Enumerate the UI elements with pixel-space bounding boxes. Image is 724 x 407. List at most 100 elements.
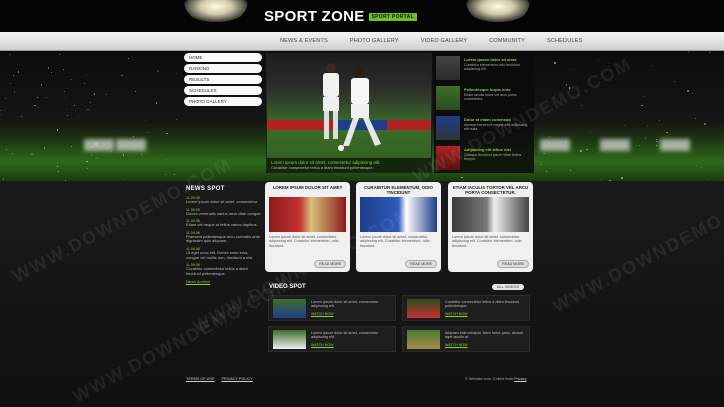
spark-dot [580, 150, 582, 152]
feature-image[interactable] [269, 197, 346, 232]
feature-text: Lorem ipsum dolor sit amet, consectetur … [452, 235, 522, 248]
nav-item-photo-gallery[interactable]: PHOTO GALLERY [350, 38, 399, 44]
spark-dot [13, 74, 15, 76]
video-item[interactable]: Lorem ipsum dolor sit amet, consectetur … [268, 295, 396, 321]
spark-dot [127, 57, 130, 60]
spark-dot [608, 63, 610, 64]
video-item[interactable]: Lorem ipsum dolor sit amet, consectetur … [268, 326, 396, 352]
side-menu-item-photo-gallery[interactable]: PHOTO GALLERY [184, 97, 262, 106]
spark-dot [0, 109, 2, 112]
spark-dot [570, 169, 572, 172]
headline-title[interactable]: Dolor at etiam commodo [464, 117, 511, 122]
spark-dot [572, 68, 574, 70]
spark-dot [46, 97, 48, 99]
spark-dot [70, 146, 72, 148]
video-thumbnail[interactable] [407, 330, 440, 349]
spark-dot [83, 82, 85, 84]
logo-badge: SPORT PORTAL [368, 13, 417, 22]
video-text: Curabitur consectetur tellus a diam tinc… [445, 300, 519, 309]
copyright-privacy-link[interactable]: Privacy [514, 377, 526, 381]
featured-photo[interactable]: Lorem ipsum dolor sit amet, consectetur … [266, 53, 432, 173]
feature-image[interactable] [360, 197, 437, 232]
news-text[interactable]: Curabitur consectetur tellus a diam tinc… [186, 266, 262, 276]
read-more-button[interactable]: READ MORE [405, 260, 437, 268]
spark-dot [9, 82, 11, 84]
spark-dot [147, 131, 149, 133]
news-text[interactable]: Donec venenatis varius urna vitae congue… [186, 211, 262, 217]
nav-item-news-events[interactable]: NEWS & EVENTS [280, 38, 328, 44]
spark-dot [51, 71, 52, 73]
video-item[interactable]: Curabitur consectetur tellus a diam tinc… [402, 295, 530, 321]
feature-title[interactable]: CURABITUR ELEMENTUM, ODIO TINCIDUNT [360, 185, 437, 196]
spark-dot [601, 74, 603, 76]
spark-dot [106, 93, 108, 95]
side-menu-item-home[interactable]: HOME [184, 53, 262, 62]
headline-item[interactable]: Pellentesque turpis eros Etiam iaculis t… [436, 85, 532, 111]
video-thumbnail[interactable] [407, 299, 440, 318]
logo-text: SPORT ZONE [264, 8, 365, 25]
stadium-light-icon [184, 0, 248, 22]
spark-dot [43, 147, 45, 149]
spark-dot [56, 165, 59, 167]
headline-item[interactable]: Adipiscing elit tellus nisi Quisque tinc… [436, 145, 532, 171]
video-thumbnail[interactable] [273, 330, 306, 349]
news-item: 11.09.08 Donec venenatis varius urna vita… [186, 208, 262, 217]
feature-title[interactable]: LOREM IPSUM DOLOR SIT AMET [269, 185, 346, 196]
feature-image[interactable] [452, 197, 529, 232]
spark-dot [123, 154, 125, 156]
side-menu-item-schedules[interactable]: SCHEDULES [184, 86, 262, 95]
headline-title[interactable]: Pellentesque turpis eros [464, 87, 510, 92]
read-more-button[interactable]: READ MORE [497, 260, 529, 268]
site-logo[interactable]: SPORT ZONE SPORT PORTAL [264, 8, 417, 25]
nav-item-video-gallery[interactable]: VIDEO GALLERY [421, 38, 468, 44]
spark-dot [69, 78, 72, 81]
spark-dot [651, 64, 653, 66]
news-text[interactable]: Etiam vel neque ut tellus varius dapibus… [186, 223, 262, 228]
spark-dot [20, 115, 23, 117]
side-menu-item-ranking[interactable]: RANKING [184, 64, 262, 73]
soccer-players-image [323, 63, 381, 151]
feature-box: LOREM IPSUM DOLOR SIT AMET Lorem ipsum d… [265, 182, 350, 272]
copyright-label: © Website.com. Collect from [465, 377, 514, 381]
news-text[interactable]: Lorem ipsum dolor sit amet, consectetur. [186, 199, 262, 205]
spark-dot [687, 90, 689, 93]
feature-title[interactable]: ETIAM IACULIS TORTOR VEL ARCU PORTA CONS… [452, 185, 529, 196]
spark-dot [175, 72, 177, 74]
watch-now-link[interactable]: WATCH NOW [311, 312, 334, 316]
news-text[interactable]: Praesent pellentesque arcu convallis ant… [186, 234, 262, 244]
spark-dot [565, 84, 567, 86]
spark-dot [708, 51, 710, 53]
video-spot: VIDEO SPOT ALL VIDEOS Lorem ipsum dolor … [266, 281, 534, 357]
side-menu-item-results[interactable]: RESULTS [184, 75, 262, 84]
spark-dot [166, 158, 168, 160]
news-text[interactable]: Ut eget nunc elit. Donec enim eros, cong… [186, 250, 262, 260]
video-text: Aliquam erat volutpat. Nam tortor justo,… [445, 331, 524, 340]
read-more-button[interactable]: READ MORE [314, 260, 346, 268]
headline-title[interactable]: Lorem ipsum dolor sit amet [464, 57, 516, 62]
headline-text: Etiam iaculis tortor vel arcu porta cons… [464, 93, 517, 102]
spark-dot [164, 173, 166, 175]
watch-now-link[interactable]: WATCH NOW [445, 312, 468, 316]
news-archive-link[interactable]: News Archive [186, 279, 262, 284]
headline-item[interactable]: Lorem ipsum dolor sit amet Curabitur ele… [436, 55, 532, 81]
spark-dot [63, 69, 65, 71]
headline-title[interactable]: Adipiscing elit tellus nisi [464, 147, 511, 152]
headline-item[interactable]: Dolor at etiam commodo Aenean hendrerit … [436, 115, 532, 141]
privacy-policy-link[interactable]: PRIVACY POLICY [221, 377, 252, 381]
spark-dot [174, 174, 175, 176]
video-thumbnail[interactable] [273, 299, 306, 318]
spark-dot [666, 131, 668, 134]
spark-dot [577, 95, 579, 97]
nav-item-schedules[interactable]: SCHEDULES [547, 38, 582, 44]
terms-of-use-link[interactable]: TERMS OF USE [186, 377, 214, 381]
spark-dot [90, 154, 93, 156]
spark-dot [57, 171, 59, 173]
watch-now-link[interactable]: WATCH NOW [445, 343, 468, 347]
spark-dot [691, 93, 693, 95]
video-item[interactable]: Aliquam erat volutpat. Nam tortor justo,… [402, 326, 530, 352]
news-item: 11.09.08 Etiam vel neque ut tellus varius… [186, 219, 262, 228]
nav-item-community[interactable]: COMMUNITY [489, 38, 525, 44]
news-item: 11.09.08 Praesent pellentesque arcu conva… [186, 231, 262, 244]
watch-now-link[interactable]: WATCH NOW [311, 343, 334, 347]
all-videos-button[interactable]: ALL VIDEOS [491, 284, 524, 290]
